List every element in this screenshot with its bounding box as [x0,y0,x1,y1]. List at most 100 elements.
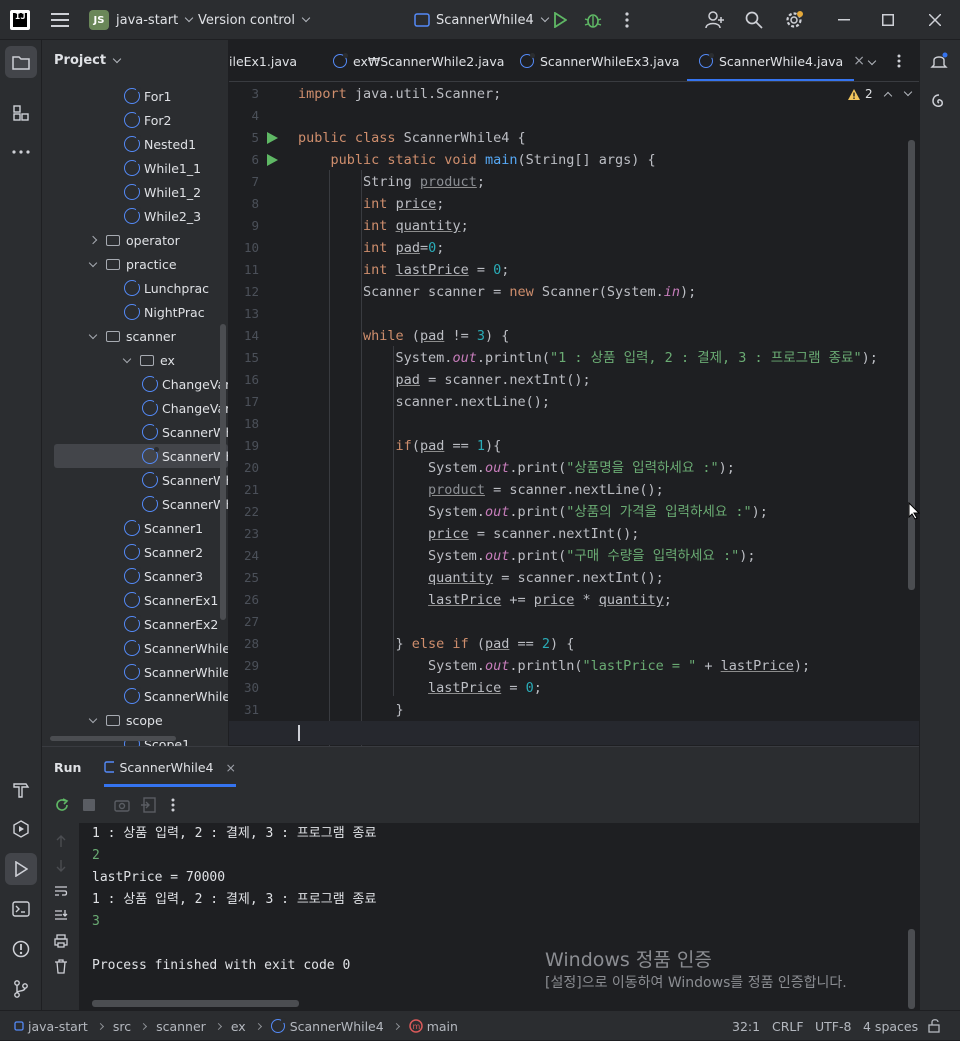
run-icon[interactable] [550,10,570,30]
collapse-arrow-icon[interactable] [88,235,98,245]
run-main-gutter-icon[interactable] [267,154,278,166]
code-line: public class ScannerWhile4 { [298,130,526,146]
debug-icon[interactable] [583,10,603,30]
warnings-indicator[interactable]: 2 [847,87,912,101]
project-folder-icon[interactable] [5,46,37,78]
run-class-gutter-icon[interactable] [267,132,278,144]
code-editor[interactable]: 3 4 5 6 7 8 9 10 11 12 13 14 15 16 17 18 19 20 21 22 23 24 25 2… [229,82,919,746]
tree-item[interactable]: For2 [124,108,171,132]
notifications-bell-icon[interactable] [928,50,950,72]
code-line: System.out.print("상품의 가격을 입력하세요 :"); [298,504,768,520]
tree-item[interactable]: operator [88,228,180,252]
console-scrollbar[interactable] [908,929,915,1009]
tree-item[interactable]: scope [88,708,163,732]
tree-item[interactable]: ChangeVarE [142,372,228,396]
unlock-icon[interactable] [926,1018,942,1034]
breadcrumb-src[interactable]: src [113,1019,131,1034]
settings-gear-icon[interactable] [783,9,805,31]
expand-arrow-icon[interactable] [122,354,132,363]
code-line: int lastPrice = 0; [363,262,510,278]
tree-item[interactable]: Scanner1 [124,516,203,540]
project-selector[interactable]: JS java-start [89,0,194,40]
structure-icon[interactable] [10,102,32,124]
services-icon[interactable] [10,818,32,840]
expand-arrow-icon[interactable] [88,258,98,267]
add-user-icon[interactable] [704,10,726,30]
tree-item-label: scanner [126,328,176,344]
tree-item[interactable]: Scanner3 [124,564,203,588]
terminal-icon[interactable] [10,898,32,920]
close-window-icon[interactable] [925,10,945,30]
more-tools-icon[interactable] [10,141,32,163]
run-more-icon[interactable] [163,795,183,815]
tree-item[interactable]: Scanner2 [124,540,203,564]
tree-item[interactable]: While1_1 [124,156,201,180]
project-panel-title[interactable]: Project [54,53,122,68]
title-bar: IJ JS java-start Version control Scanner… [0,0,960,40]
tab-list-chevron-icon[interactable] [863,52,881,70]
breadcrumb-ex[interactable]: ex [231,1019,246,1034]
tab-more-icon[interactable] [890,52,908,70]
tree-item[interactable]: Nested1 [124,132,196,156]
tree-item[interactable]: ChangeVarE [142,396,228,420]
search-icon[interactable] [744,10,764,30]
run-config-selector[interactable]: ScannerWhile4 [414,0,550,40]
breadcrumb-project[interactable]: java-start [28,1019,88,1034]
breadcrumb-method[interactable]: main [427,1019,458,1034]
tree-item[interactable]: ScannerWhile2 [124,660,228,684]
java-class-icon [270,1018,286,1033]
editor-scrollbar[interactable] [908,140,915,590]
minimize-icon[interactable] [834,10,854,30]
indent-setting[interactable]: 4 spaces [863,1011,918,1041]
tree-item[interactable]: ScannerEx1 [124,588,218,612]
close-tab-icon[interactable]: × [226,760,236,775]
tree-item[interactable]: NightPrac [124,300,205,324]
tree-item[interactable]: scanner [88,324,176,348]
tree-item[interactable]: ScannerWhile3 [124,684,228,708]
intellij-logo-icon[interactable]: IJ [10,10,30,30]
file-encoding[interactable]: UTF-8 [815,1011,851,1041]
tree-item[interactable]: ScannerWhil [142,420,228,444]
project-tree-hscrollbar[interactable] [50,736,176,741]
maximize-icon[interactable] [878,10,898,30]
tree-item[interactable]: ScannerWhil [142,468,228,492]
console-hscrollbar[interactable] [92,1000,299,1007]
camera-icon[interactable] [112,795,132,815]
tab-scanner-while2[interactable]: ex₩ScannerWhile2.java [333,40,504,81]
ai-assistant-icon[interactable] [928,90,950,112]
tree-item[interactable]: ex [122,348,175,372]
run-tab-scanner-while4[interactable]: ScannerWhile4 × [104,747,236,787]
tab-scanner-while4[interactable]: ScannerWhile4.java × [687,40,865,81]
main-menu-icon[interactable] [50,10,70,30]
expand-arrow-icon[interactable] [88,714,98,723]
line-separator[interactable]: CRLF [772,1011,804,1041]
restore-layout-icon[interactable] [138,795,158,815]
expand-arrow-icon[interactable] [88,330,98,339]
project-tree-scrollbar[interactable] [220,324,226,620]
problems-icon[interactable] [10,938,32,960]
run-tool-icon[interactable] [5,853,37,885]
build-hammer-icon[interactable] [10,778,32,800]
tree-item[interactable]: ScannerWhile1 [124,636,228,660]
breadcrumb-scanner[interactable]: scanner [156,1019,206,1034]
tree-item[interactable]: While1_2 [124,180,201,204]
tree-item[interactable]: Lunchprac [124,276,209,300]
tree-item[interactable]: For1 [124,84,171,108]
stop-icon[interactable] [79,795,99,815]
caret-position[interactable]: 32:1 [732,1011,760,1041]
tab-scanner-while-ex3[interactable]: ScannerWhileEx3.java [520,40,679,81]
tab-ile-ex1[interactable]: ileEx1.java [229,40,297,81]
java-class-icon [124,639,141,656]
version-control-menu[interactable]: Version control [198,0,311,40]
rerun-icon[interactable] [52,795,72,815]
tree-item-label: operator [126,232,180,248]
java-class-icon [124,663,141,680]
tree-item[interactable]: ScannerWhil [54,444,228,468]
tree-item[interactable]: ScannerWhil [142,492,228,516]
git-icon[interactable] [10,978,32,1000]
breadcrumb-class[interactable]: ScannerWhile4 [290,1019,384,1034]
more-actions-icon[interactable] [617,10,637,30]
tree-item[interactable]: practice [88,252,177,276]
tree-item[interactable]: ScannerEx2 [124,612,218,636]
tree-item[interactable]: While2_3 [124,204,201,228]
